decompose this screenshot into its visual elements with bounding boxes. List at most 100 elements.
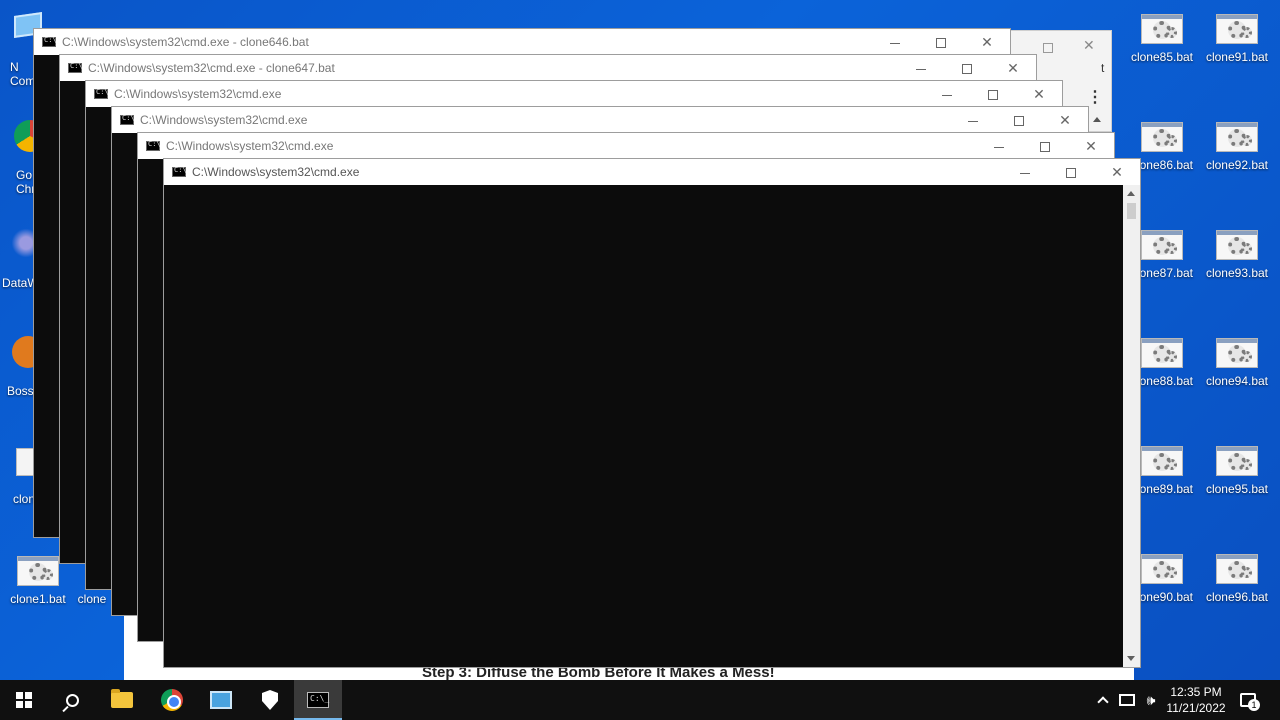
- close-button[interactable]: ✕: [1094, 159, 1140, 185]
- close-button[interactable]: ✕: [1068, 133, 1114, 159]
- desktop-icon-label: clone85.bat: [1130, 50, 1194, 64]
- maximize-button[interactable]: [996, 107, 1042, 133]
- minimize-button[interactable]: [976, 133, 1022, 159]
- window-title: C:\Windows\system32\cmd.exe: [140, 113, 308, 127]
- clock-date: 11/21/2022: [1166, 701, 1226, 715]
- maximize-button[interactable]: [918, 29, 964, 55]
- window-titlebar[interactable]: C:\Windows\system32\cmd.exe - clone646.b…: [34, 29, 1010, 55]
- desktop-icon-clone96[interactable]: clone96.bat: [1199, 554, 1275, 604]
- desktop-icon-clone85[interactable]: clone85.bat: [1124, 14, 1200, 64]
- maximize-icon: [1014, 116, 1024, 127]
- security-button[interactable]: [246, 680, 294, 720]
- cmd-icon: [307, 692, 329, 708]
- maximize-button[interactable]: [1022, 133, 1068, 159]
- clock-time: 12:35 PM: [1170, 685, 1222, 699]
- desktop-icon-label: clone91.bat: [1205, 50, 1269, 64]
- bat-file-icon: [1216, 338, 1258, 368]
- window-titlebar[interactable]: C:\Windows\system32\cmd.exe ✕: [86, 81, 1062, 107]
- clone-bat-partial-label: clon: [13, 492, 36, 506]
- maximize-button[interactable]: [1048, 159, 1094, 185]
- desktop-icon-label: clone92.bat: [1205, 158, 1269, 172]
- desktop-icon-clone93[interactable]: clone93.bat: [1199, 230, 1275, 280]
- bat-file-icon: [1216, 14, 1258, 44]
- desktop-icon-clone92[interactable]: clone92.bat: [1199, 122, 1275, 172]
- network-button[interactable]: [1116, 680, 1138, 720]
- window-title: C:\Windows\system32\cmd.exe: [114, 87, 282, 101]
- desktop-icon-clone94[interactable]: clone94.bat: [1199, 338, 1275, 388]
- window-title: C:\Windows\system32\cmd.exe - clone647.b…: [88, 61, 335, 75]
- minimize-icon: [890, 42, 900, 44]
- cmd-app-icon: [120, 114, 135, 125]
- minimize-icon: [968, 120, 978, 122]
- minimize-button[interactable]: [924, 81, 970, 107]
- notification-count-badge: 1: [1248, 699, 1260, 711]
- bat-file-icon: [1141, 338, 1183, 368]
- vertical-scrollbar[interactable]: [1123, 185, 1140, 667]
- maximize-icon[interactable]: [1043, 43, 1053, 53]
- minimize-icon: [994, 146, 1004, 148]
- shield-icon: [262, 690, 278, 710]
- scrollbar-thumb[interactable]: [1127, 203, 1136, 219]
- desktop-icon-clone91[interactable]: clone91.bat: [1199, 14, 1275, 64]
- cmd-app-icon: [172, 166, 187, 177]
- maximize-icon: [936, 38, 946, 49]
- scroll-up-icon[interactable]: [1127, 191, 1135, 196]
- search-icon: [65, 693, 79, 707]
- action-center-button[interactable]: 1: [1236, 680, 1260, 720]
- bat-file-icon: [1141, 446, 1183, 476]
- desktop-icon-label: clone93.bat: [1205, 266, 1269, 280]
- chrome-taskbar-button[interactable]: [148, 680, 196, 720]
- bat-file-icon: [1216, 554, 1258, 584]
- scroll-down-icon[interactable]: [1127, 656, 1135, 661]
- window-titlebar[interactable]: C:\Windows\system32\cmd.exe ✕: [112, 107, 1088, 133]
- bat-file-icon: [1216, 122, 1258, 152]
- maximize-button[interactable]: [970, 81, 1016, 107]
- maximize-icon: [988, 90, 998, 101]
- window-titlebar[interactable]: C:\Windows\system32\cmd.exe ✕: [138, 133, 1114, 159]
- close-button[interactable]: ✕: [1042, 107, 1088, 133]
- network-icon: [1119, 694, 1135, 706]
- cmd-window-active[interactable]: C:\Windows\system32\cmd.exe ✕: [163, 158, 1141, 668]
- cmd-app-icon: [68, 62, 83, 73]
- folder-icon: [111, 689, 133, 708]
- search-button[interactable]: [48, 680, 96, 720]
- close-button[interactable]: ✕: [1016, 81, 1062, 107]
- speaker-icon: 🕪: [1146, 691, 1156, 708]
- maximize-button[interactable]: [944, 55, 990, 81]
- close-icon[interactable]: ✕: [1083, 37, 1095, 54]
- close-button[interactable]: ✕: [990, 55, 1036, 81]
- minimize-button[interactable]: [898, 55, 944, 81]
- show-hidden-icons-button[interactable]: [1092, 680, 1114, 720]
- partial-text: t: [1101, 61, 1105, 75]
- desktop-icon-clone95[interactable]: clone95.bat: [1199, 446, 1275, 496]
- minimize-icon: [916, 68, 926, 70]
- file-explorer-button[interactable]: [98, 680, 146, 720]
- window-title: C:\Windows\system32\cmd.exe - clone646.b…: [62, 35, 309, 49]
- bat-file-icon: [1216, 446, 1258, 476]
- console-output-area[interactable]: [164, 185, 1123, 667]
- close-button[interactable]: ✕: [964, 29, 1010, 55]
- minimize-icon: [942, 94, 952, 96]
- cmd-app-icon: [42, 36, 57, 47]
- menu-kebab-icon[interactable]: ⋮: [1087, 87, 1103, 107]
- start-button[interactable]: [0, 680, 48, 720]
- taskbar-clock[interactable]: 12:35 PM 11/21/2022: [1158, 684, 1234, 716]
- bat-file-icon: [17, 556, 59, 586]
- window-titlebar[interactable]: C:\Windows\system32\cmd.exe - clone647.b…: [60, 55, 1036, 81]
- scroll-up-icon[interactable]: [1093, 117, 1101, 122]
- bat-file-icon: [1216, 230, 1258, 260]
- bat-file-icon: [1141, 554, 1183, 584]
- maximize-icon: [962, 64, 972, 75]
- desktop-icon-label: clone96.bat: [1205, 590, 1269, 604]
- minimize-button[interactable]: [872, 29, 918, 55]
- desktop-icon-label: clone94.bat: [1205, 374, 1269, 388]
- windows-logo-icon: [16, 692, 32, 708]
- taskbar: 🕪 12:35 PM 11/21/2022 1: [0, 680, 1280, 720]
- window-titlebar[interactable]: C:\Windows\system32\cmd.exe ✕: [164, 159, 1140, 185]
- cmd-taskbar-button[interactable]: [294, 680, 342, 720]
- minimize-button[interactable]: [1002, 159, 1048, 185]
- bat-file-icon: [1141, 230, 1183, 260]
- minimize-button[interactable]: [950, 107, 996, 133]
- server-manager-button[interactable]: [197, 680, 245, 720]
- bosslogo-label: Bossl: [7, 384, 37, 398]
